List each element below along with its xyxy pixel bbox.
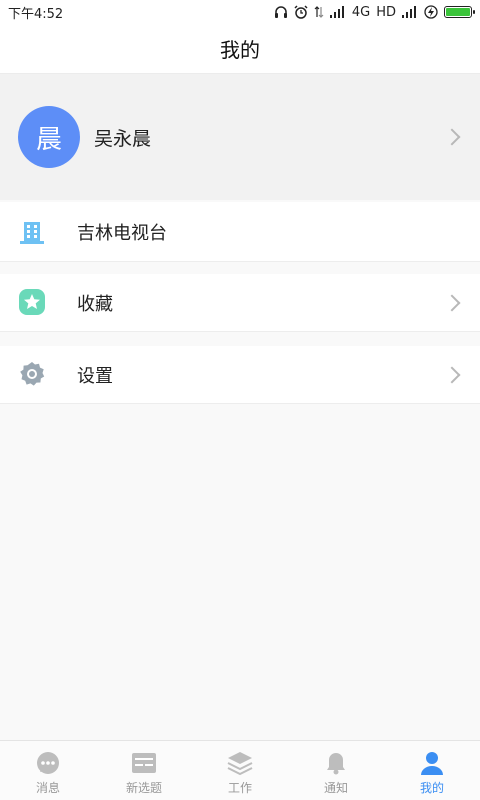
network-type: 4G xyxy=(351,4,371,20)
signal-icon xyxy=(329,4,346,20)
battery-icon xyxy=(444,6,475,18)
menu-item-settings[interactable]: 设置 xyxy=(0,346,480,404)
main-content: 晨 吴永晨 吉林电视台 收藏 设置 xyxy=(0,74,480,740)
data-arrows-icon xyxy=(314,4,324,20)
star-icon xyxy=(18,288,46,316)
menu-item-label: 设置 xyxy=(77,365,113,387)
tab-messages[interactable]: 消息 xyxy=(0,741,96,800)
chevron-right-icon xyxy=(443,294,461,312)
tab-label: 通知 xyxy=(323,781,348,795)
bottom-tab-bar: 消息 新选题 工作 通知 我的 xyxy=(0,740,480,800)
alarm-icon xyxy=(294,4,308,20)
chevron-right-icon xyxy=(443,366,461,384)
header: 我的 xyxy=(0,24,480,74)
tab-label: 消息 xyxy=(35,781,60,795)
bell-icon xyxy=(322,749,350,777)
status-icons: 4G HD xyxy=(274,4,475,20)
signal-icon xyxy=(402,4,418,20)
tab-label: 我的 xyxy=(419,781,444,795)
page-title: 我的 xyxy=(220,38,260,62)
building-icon xyxy=(18,218,46,246)
tab-me[interactable]: 我的 xyxy=(384,741,480,800)
headphones-icon xyxy=(274,4,288,20)
layers-icon xyxy=(226,749,254,777)
profile-card[interactable]: 晨 吴永晨 xyxy=(0,74,480,200)
tab-new-topics[interactable]: 新选题 xyxy=(96,741,192,800)
hd-indicator: HD xyxy=(376,4,396,20)
inbox-icon xyxy=(130,749,158,777)
status-time: 下午4:52 xyxy=(8,6,64,22)
person-icon xyxy=(418,749,446,777)
chevron-right-icon xyxy=(443,128,461,146)
menu-item-favorites[interactable]: 收藏 xyxy=(0,274,480,332)
status-bar: 下午4:52 4G HD xyxy=(0,0,480,24)
tab-label: 工作 xyxy=(227,781,252,795)
charging-icon xyxy=(424,4,438,20)
gear-icon xyxy=(18,360,46,388)
avatar: 晨 xyxy=(18,106,80,168)
tab-notifications[interactable]: 通知 xyxy=(288,741,384,800)
menu-item-label: 收藏 xyxy=(77,293,113,315)
tab-work[interactable]: 工作 xyxy=(192,741,288,800)
menu-item-organization[interactable]: 吉林电视台 xyxy=(0,202,480,262)
menu-item-label: 吉林电视台 xyxy=(77,222,167,244)
tab-label: 新选题 xyxy=(125,781,162,795)
chat-bubble-icon xyxy=(34,749,62,777)
profile-name: 吴永晨 xyxy=(94,127,152,150)
